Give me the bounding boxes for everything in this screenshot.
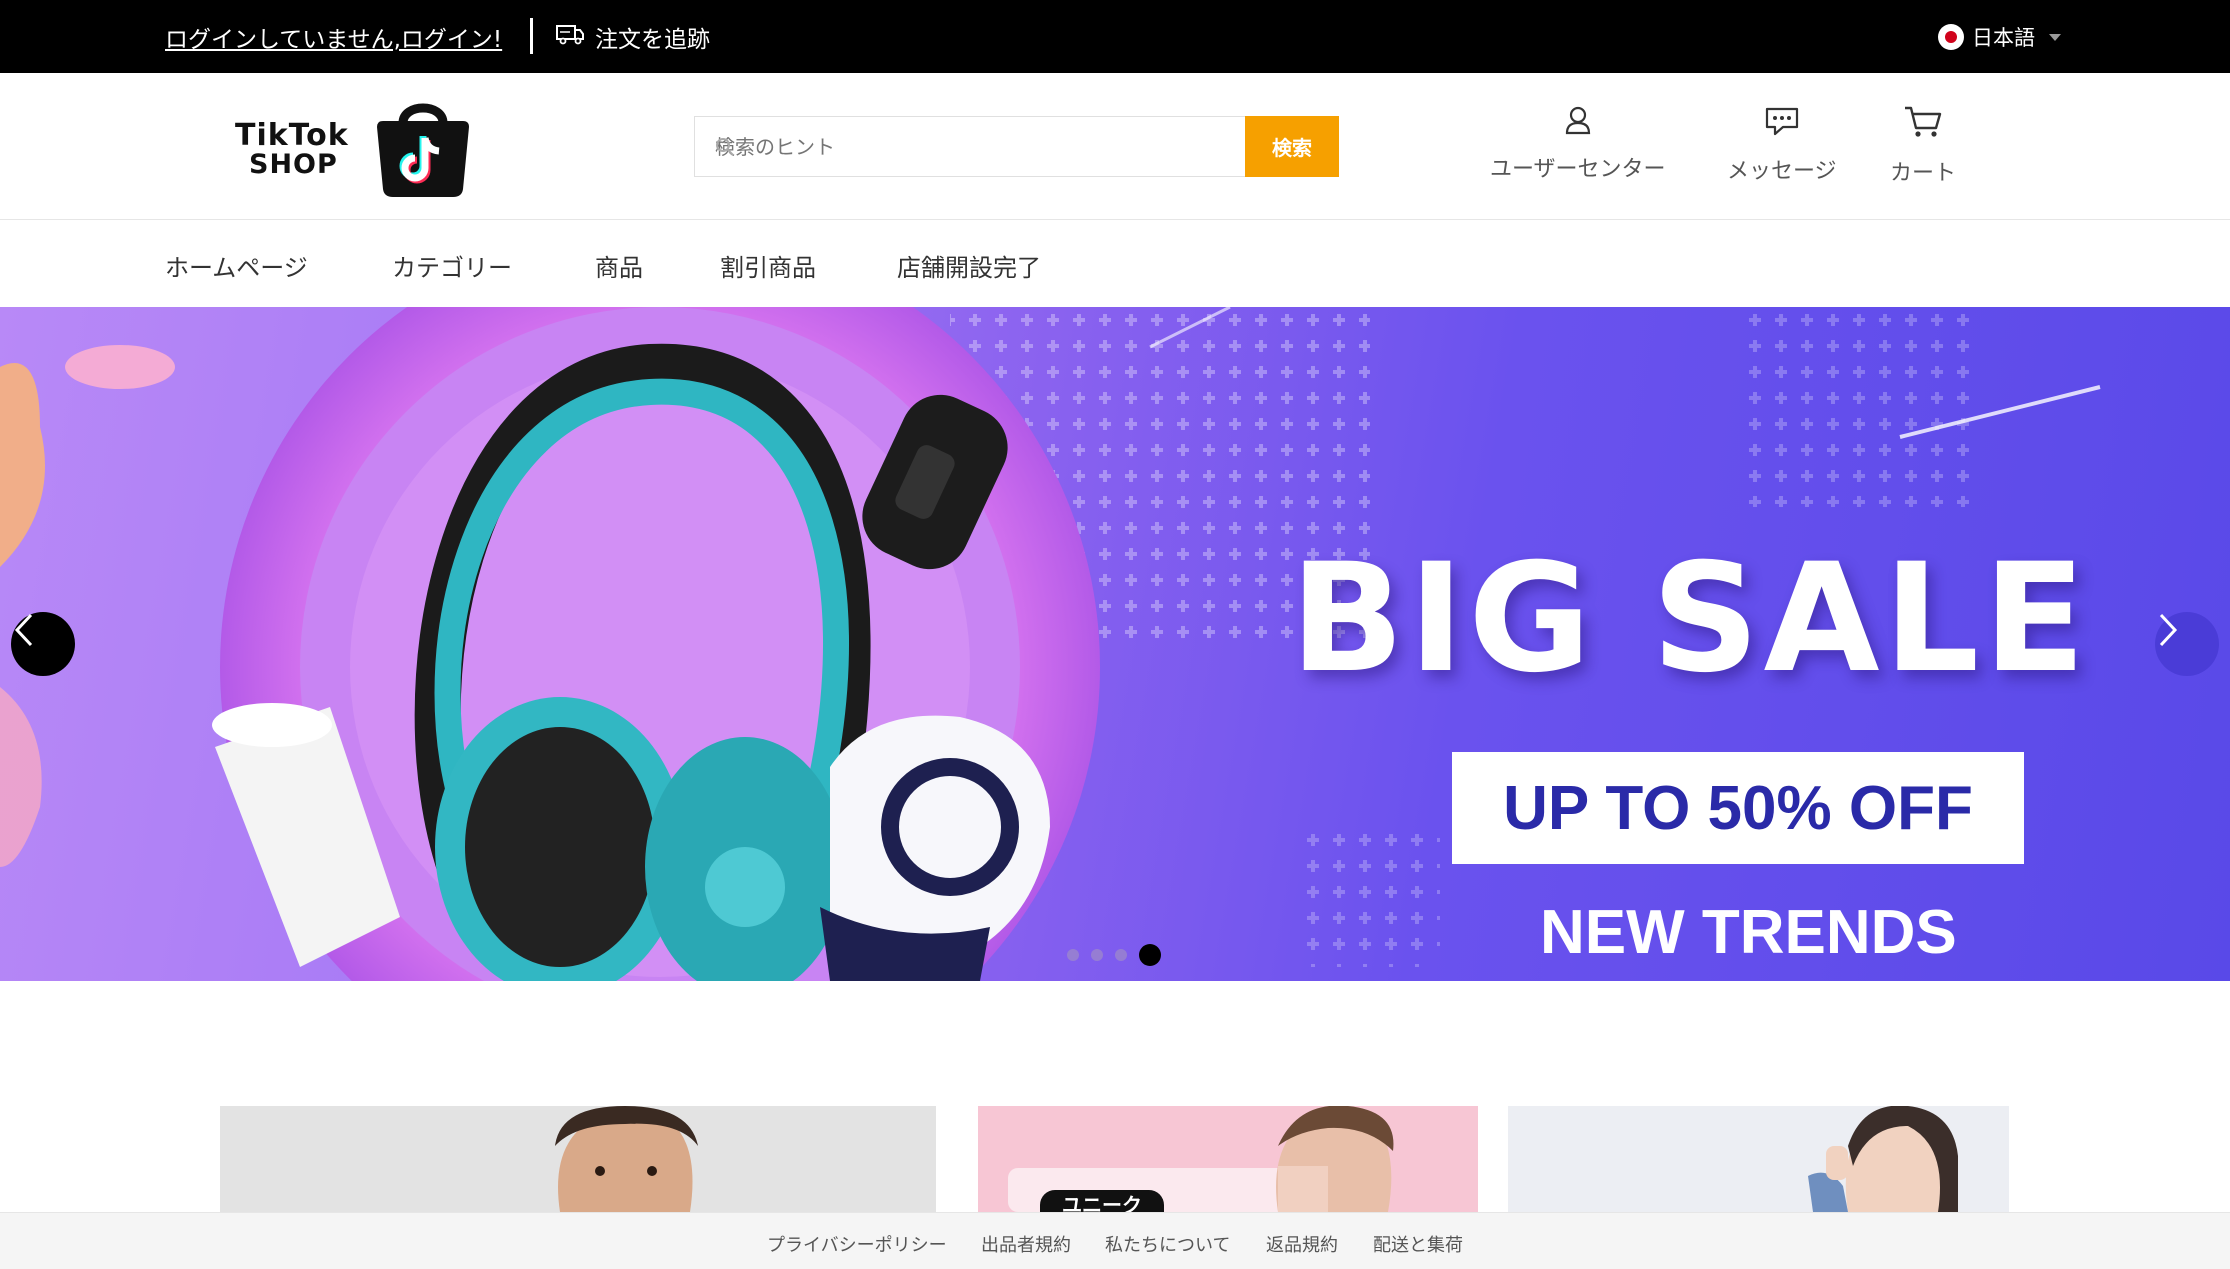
featured-cards: ユニーク — [0, 1106, 2230, 1212]
user-center-label: ユーザーセンター — [1490, 157, 1666, 182]
banner-offer-box: UP TO 50% OFF — [1452, 752, 2024, 864]
banner-subline: NEW TRENDS — [1540, 898, 1957, 967]
topbar-divider — [530, 18, 533, 54]
card-badge: ユニーク — [1040, 1190, 1164, 1212]
carousel-dot[interactable] — [1115, 949, 1127, 961]
cart-link[interactable]: カート — [1890, 105, 1956, 187]
banner-headline: BIG SALE — [1290, 532, 2090, 706]
top-bar: ログインしていません,ログイン! 注文を追跡 日本語 — [0, 0, 2230, 73]
footer-link-seller-terms[interactable]: 出品者規約 — [981, 1231, 1071, 1257]
carousel-dot-active[interactable] — [1139, 944, 1161, 966]
banner-offer-text: UP TO 50% OFF — [1503, 773, 1973, 843]
carousel-dot[interactable] — [1067, 949, 1079, 961]
card-image — [1508, 1106, 2009, 1212]
logo-line2: SHOP — [249, 148, 338, 180]
carousel-dots — [1067, 944, 1161, 966]
logo-line1: TikTok — [235, 117, 349, 153]
carousel-prev-button[interactable] — [11, 612, 75, 676]
site-footer: プライバシーポリシー 出品者規約 私たちについて 返品規約 配送と集荷 — [0, 1212, 2230, 1269]
user-center-link[interactable]: ユーザーセンター — [1490, 105, 1666, 183]
nav-item-discounts[interactable]: 割引商品 — [720, 248, 816, 283]
track-order-link[interactable]: 注文を追跡 — [555, 20, 710, 54]
chat-icon — [1763, 105, 1801, 143]
nav-item-products[interactable]: 商品 — [595, 248, 643, 283]
user-icon — [1563, 105, 1593, 141]
card-image — [220, 1106, 936, 1212]
site-header: TikTok SHOP 検索 ユーザーセンター メ — [0, 73, 2230, 220]
featured-card-unique[interactable]: ユニーク — [978, 1106, 1478, 1212]
footer-link-shipping[interactable]: 配送と集荷 — [1373, 1231, 1463, 1257]
tiktok-shop-logo[interactable]: TikTok SHOP — [235, 95, 510, 203]
footer-link-privacy[interactable]: プライバシーポリシー — [767, 1231, 947, 1257]
main-nav: ホームページ カテゴリー 商品 割引商品 店舗開設完了 — [0, 220, 2230, 307]
language-label: 日本語 — [1972, 26, 2035, 50]
footer-link-about[interactable]: 私たちについて — [1105, 1231, 1230, 1257]
logo-text: TikTok SHOP — [235, 117, 349, 180]
cart-label: カート — [1890, 161, 1957, 186]
footer-link-returns[interactable]: 返品規約 — [1266, 1231, 1338, 1257]
japan-flag-icon — [1938, 24, 1964, 50]
cart-icon — [1903, 105, 1943, 145]
nav-item-categories[interactable]: カテゴリー — [392, 248, 512, 283]
chevron-down-icon — [2049, 33, 2061, 41]
nav-item-home[interactable]: ホームページ — [165, 248, 308, 283]
messages-label: メッセージ — [1727, 159, 1837, 184]
search-field[interactable] — [694, 116, 1246, 177]
login-link[interactable]: ログインしていません,ログイン! — [165, 20, 502, 54]
track-order-label: 注文を追跡 — [595, 27, 710, 53]
nav-item-store-opening[interactable]: 店舗開設完了 — [897, 248, 1041, 283]
search-input[interactable] — [715, 134, 1245, 159]
hero-banner[interactable]: BIG SALE UP TO 50% OFF NEW TRENDS — [0, 307, 2230, 981]
language-selector[interactable]: 日本語 — [1938, 22, 2061, 52]
featured-card-women[interactable] — [1508, 1106, 2009, 1212]
messages-link[interactable]: メッセージ — [1727, 105, 1837, 185]
featured-card-men[interactable] — [220, 1106, 936, 1212]
search-button[interactable]: 検索 — [1245, 116, 1339, 177]
carousel-dot[interactable] — [1091, 949, 1103, 961]
truck-icon — [555, 23, 585, 51]
shopping-bag-icon — [367, 93, 479, 205]
search-icon — [715, 137, 735, 161]
carousel-next-button[interactable] — [2155, 612, 2219, 676]
